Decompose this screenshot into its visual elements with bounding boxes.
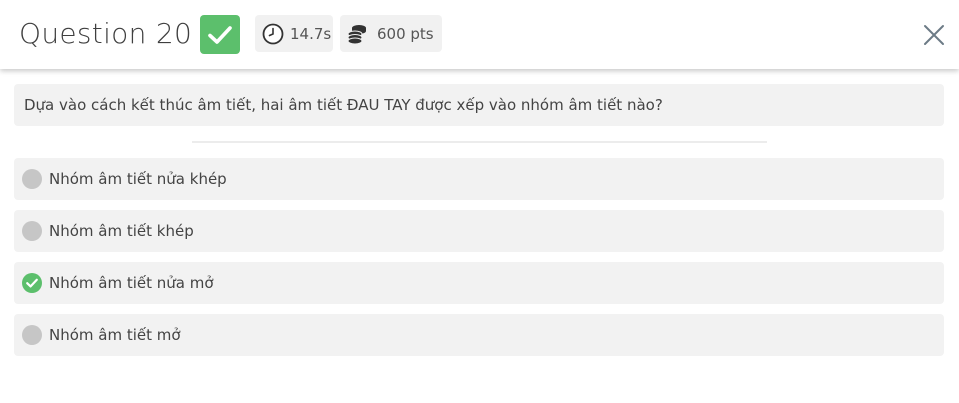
answer-option-1[interactable]: Nhóm âm tiết nửa khép bbox=[14, 158, 944, 200]
correct-status-badge bbox=[200, 15, 240, 54]
unselected-marker-icon bbox=[22, 325, 42, 345]
time-value: 14.7s bbox=[290, 24, 332, 43]
unselected-marker-icon bbox=[22, 221, 42, 241]
answer-option-4[interactable]: Nhóm âm tiết mở bbox=[14, 314, 944, 356]
question-header: Question 20 14.7s 600 pts bbox=[0, 0, 959, 69]
points-chip: 600 pts bbox=[340, 15, 442, 52]
divider bbox=[192, 141, 767, 143]
question-title: Question 20 bbox=[19, 17, 193, 50]
answer-option-label: Nhóm âm tiết mở bbox=[49, 326, 181, 344]
question-text: Dựa vào cách kết thúc âm tiết, hai âm ti… bbox=[14, 84, 944, 126]
close-button[interactable] bbox=[920, 21, 948, 49]
unselected-marker-icon bbox=[22, 169, 42, 189]
clock-icon bbox=[262, 23, 284, 45]
answer-option-label: Nhóm âm tiết nửa khép bbox=[49, 170, 227, 188]
check-icon bbox=[208, 25, 232, 44]
answer-option-label: Nhóm âm tiết khép bbox=[49, 222, 194, 240]
points-value: 600 pts bbox=[377, 24, 434, 43]
answer-option-label: Nhóm âm tiết nửa mở bbox=[49, 274, 214, 292]
coins-icon bbox=[346, 23, 368, 45]
close-icon bbox=[924, 25, 944, 45]
correct-check-circle-icon bbox=[22, 273, 42, 293]
time-chip: 14.7s bbox=[255, 15, 333, 52]
answer-option-2[interactable]: Nhóm âm tiết khép bbox=[14, 210, 944, 252]
answer-option-3[interactable]: Nhóm âm tiết nửa mở bbox=[14, 262, 944, 304]
